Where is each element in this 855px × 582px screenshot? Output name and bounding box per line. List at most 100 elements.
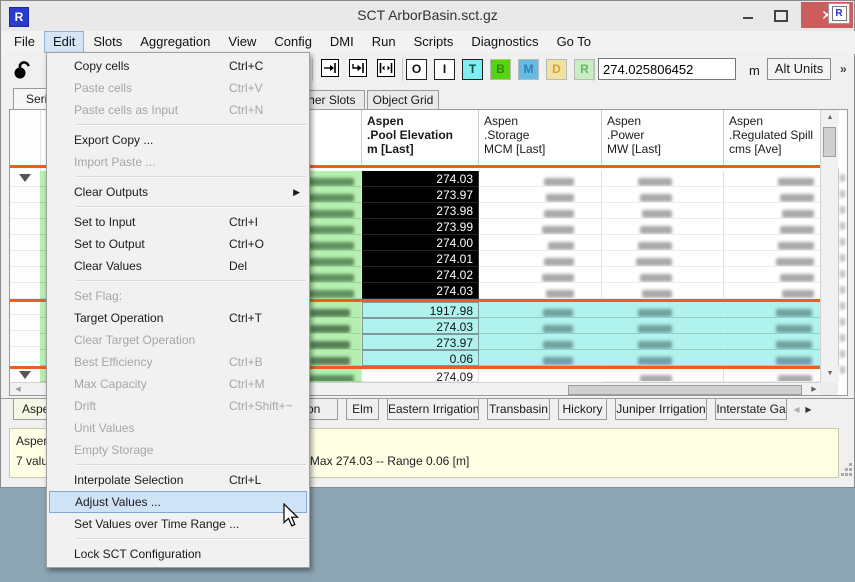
riverware-logo-button[interactable]: R	[828, 3, 850, 24]
value-cell[interactable]	[479, 203, 602, 219]
value-cell[interactable]	[602, 235, 724, 251]
value-cell[interactable]	[479, 235, 602, 251]
value-cell[interactable]	[479, 171, 602, 187]
flag-button-o[interactable]: O	[406, 59, 427, 80]
object-tab-transbasin[interactable]: Transbasin	[487, 399, 550, 420]
value-cell[interactable]	[724, 171, 822, 187]
summary-value-cell[interactable]: 273.97	[362, 334, 479, 350]
selected-value-input[interactable]	[598, 58, 736, 80]
vertical-scrollbar[interactable]: ▲▼	[820, 110, 838, 382]
value-cell[interactable]	[602, 267, 724, 283]
goto-range-icon[interactable]	[374, 58, 397, 81]
minimize-button[interactable]	[734, 3, 762, 27]
edit-menu-item-set-values-over-time-range[interactable]: Set Values over Time Range ...	[47, 513, 309, 535]
value-cell[interactable]	[724, 251, 822, 267]
value-cell[interactable]	[479, 283, 602, 299]
edit-menu-item-adjust-values[interactable]: Adjust Values ...	[49, 491, 307, 513]
flag-button-d[interactable]: D	[546, 59, 567, 80]
value-cell[interactable]	[479, 187, 602, 203]
selected-value-cell[interactable]: 273.99	[362, 219, 479, 235]
value-cell[interactable]	[602, 283, 724, 299]
value-cell[interactable]: 274.09	[362, 369, 479, 382]
flag-button-i[interactable]: I	[434, 59, 455, 80]
column-header-aspen-storage[interactable]: Aspen.StorageMCM [Last]	[479, 110, 602, 165]
value-cell[interactable]	[602, 251, 724, 267]
menubar-item-slots[interactable]: Slots	[84, 31, 131, 53]
scroll-left-icon[interactable]: ◀	[10, 383, 26, 396]
selected-value-cell[interactable]: 274.01	[362, 251, 479, 267]
summary-value-cell[interactable]: 1917.98	[362, 302, 479, 318]
edit-menu-item-paste-cells[interactable]: Paste cellsCtrl+V	[47, 77, 309, 99]
value-cell[interactable]	[724, 187, 822, 203]
object-tab-eastern-irrigation[interactable]: Eastern Irrigation	[387, 399, 479, 420]
value-cell[interactable]	[724, 283, 822, 299]
summary-value-cell[interactable]: 0.06	[362, 350, 479, 366]
edit-menu-item-paste-cells-as-input[interactable]: Paste cells as InputCtrl+N	[47, 99, 309, 121]
object-tab-interstate-ga[interactable]: Interstate Ga	[715, 399, 787, 420]
value-cell[interactable]	[602, 219, 724, 235]
edit-menu-item-unit-values[interactable]: Unit Values	[47, 417, 309, 439]
tab-scroll-right-icon[interactable]: ▶	[802, 401, 815, 418]
column-header-aspen-pool-elevation[interactable]: Aspen.Pool Elevationm [Last]	[362, 110, 479, 165]
column-header-aspen-power[interactable]: Aspen.PowerMW [Last]	[602, 110, 724, 165]
menubar-item-go-to[interactable]: Go To	[548, 31, 600, 53]
edit-menu-item-set-flag[interactable]: Set Flag:	[47, 285, 309, 307]
menubar-item-dmi[interactable]: DMI	[321, 31, 363, 53]
scroll-down-icon[interactable]: ▼	[821, 366, 839, 382]
edit-menu-item-export-copy[interactable]: Export Copy ...	[47, 129, 309, 151]
menubar-item-aggregation[interactable]: Aggregation	[131, 31, 219, 53]
unlock-icon[interactable]	[9, 57, 35, 82]
edit-menu-item-copy-cells[interactable]: Copy cellsCtrl+C	[47, 55, 309, 77]
flag-button-t[interactable]: T	[462, 59, 483, 80]
menubar-item-file[interactable]: File	[5, 31, 44, 53]
edit-menu-item-best-efficiency[interactable]: Best EfficiencyCtrl+B	[47, 351, 309, 373]
value-cell[interactable]	[602, 203, 724, 219]
edit-menu-item-clear-outputs[interactable]: Clear Outputs▶	[47, 181, 309, 203]
edit-menu-item-set-to-output[interactable]: Set to OutputCtrl+O	[47, 233, 309, 255]
resize-grip-icon[interactable]	[841, 463, 853, 477]
value-cell[interactable]	[602, 187, 724, 203]
horizontal-scroll-thumb[interactable]	[568, 385, 802, 395]
value-cell[interactable]	[479, 267, 602, 283]
edit-menu-item-interpolate-selection[interactable]: Interpolate SelectionCtrl+L	[47, 469, 309, 491]
value-cell[interactable]	[724, 203, 822, 219]
object-tab-hickory[interactable]: Hickory	[558, 399, 607, 420]
selected-value-cell[interactable]: 274.00	[362, 235, 479, 251]
edit-menu-item-empty-storage[interactable]: Empty Storage	[47, 439, 309, 461]
flag-button-r[interactable]: R	[574, 59, 595, 80]
value-cell[interactable]	[724, 369, 822, 382]
slot-tab-object-grid[interactable]: Object Grid	[367, 90, 439, 109]
edit-menu-item-lock-sct-configuration[interactable]: Lock SCT Configuration	[47, 543, 309, 565]
value-cell[interactable]	[724, 219, 822, 235]
edit-menu-item-drift[interactable]: DriftCtrl+Shift+~	[47, 395, 309, 417]
toolbar-overflow-chevron-icon[interactable]: »	[840, 62, 847, 76]
value-cell[interactable]	[479, 251, 602, 267]
maximize-button[interactable]	[766, 3, 794, 27]
column-header-aspen-regulated-spill[interactable]: Aspen.Regulated Spillcms [Ave]	[724, 110, 822, 165]
alt-units-button[interactable]: Alt Units	[767, 58, 831, 80]
flag-button-m[interactable]: M	[518, 59, 539, 80]
value-cell[interactable]	[602, 171, 724, 187]
object-tab-elm[interactable]: Elm	[346, 399, 379, 420]
value-cell[interactable]	[724, 235, 822, 251]
selected-value-cell[interactable]: 274.03	[362, 171, 479, 187]
edit-menu-item-clear-target-operation[interactable]: Clear Target Operation	[47, 329, 309, 351]
edit-menu-item-import-paste[interactable]: Import Paste ...	[47, 151, 309, 173]
selected-value-cell[interactable]: 274.03	[362, 283, 479, 299]
menubar-item-config[interactable]: Config	[265, 31, 321, 53]
goto-start-icon[interactable]	[318, 58, 341, 81]
selected-value-cell[interactable]: 273.98	[362, 203, 479, 219]
edit-menu-item-target-operation[interactable]: Target OperationCtrl+T	[47, 307, 309, 329]
selected-value-cell[interactable]: 274.02	[362, 267, 479, 283]
menubar-item-scripts[interactable]: Scripts	[405, 31, 463, 53]
vertical-scroll-thumb[interactable]	[823, 127, 836, 157]
edit-menu-item-clear-values[interactable]: Clear ValuesDel	[47, 255, 309, 277]
selected-value-cell[interactable]: 273.97	[362, 187, 479, 203]
titlebar[interactable]: R SCT ArborBasin.sct.gz ✕	[1, 1, 854, 32]
flag-button-b[interactable]: B	[490, 59, 511, 80]
value-cell[interactable]	[602, 369, 724, 382]
menubar-item-run[interactable]: Run	[363, 31, 405, 53]
scroll-up-icon[interactable]: ▲	[821, 110, 839, 126]
value-cell[interactable]	[724, 267, 822, 283]
summary-value-cell[interactable]: 274.03	[362, 318, 479, 334]
